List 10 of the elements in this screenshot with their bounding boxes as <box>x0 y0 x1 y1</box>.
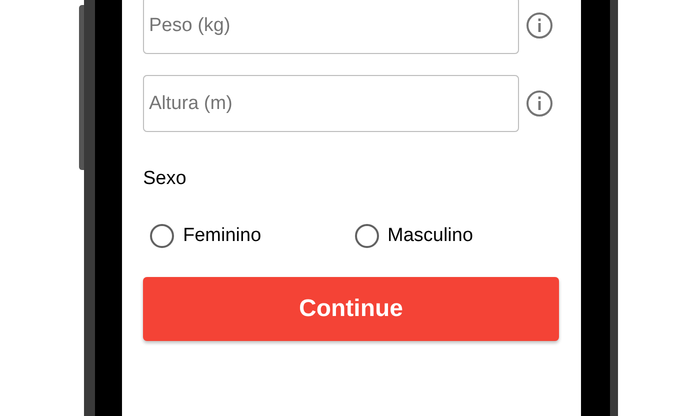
input-field[interactable]: Peso (kg) <box>143 0 519 54</box>
info-icon[interactable] <box>526 90 553 117</box>
radio-option[interactable]: Feminino <box>150 222 354 250</box>
continue-button[interactable]: Continue <box>143 276 559 340</box>
sex-label: Sexo <box>143 168 186 190</box>
radio-button[interactable] <box>354 224 378 248</box>
info-icon[interactable] <box>526 12 553 39</box>
radio-button[interactable] <box>150 224 174 248</box>
radio-option[interactable]: Masculino <box>354 222 559 250</box>
input-field[interactable]: Altura (m) <box>143 75 519 132</box>
